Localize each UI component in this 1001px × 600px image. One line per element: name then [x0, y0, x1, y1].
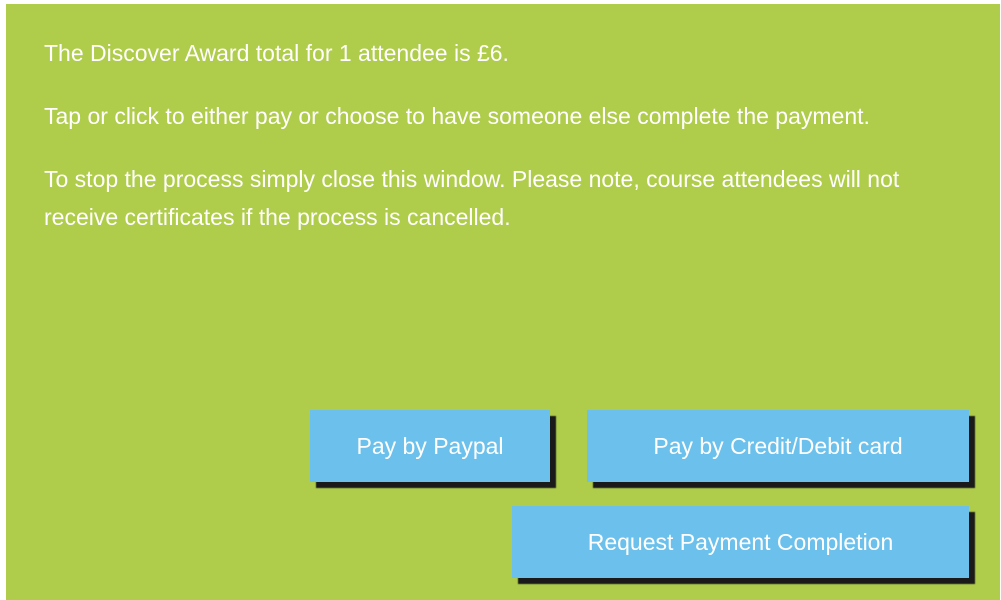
payment-instruction-text: Tap or click to either pay or choose to … [44, 103, 870, 129]
payment-dialog: The Discover Award total for 1 attendee … [6, 4, 1000, 600]
award-total-text: The Discover Award total for 1 attendee … [44, 40, 509, 66]
pay-by-paypal-button[interactable]: Pay by Paypal [310, 410, 550, 482]
pay-by-card-button[interactable]: Pay by Credit/Debit card [587, 410, 969, 482]
request-payment-completion-button[interactable]: Request Payment Completion [512, 506, 969, 578]
cancel-note-text: To stop the process simply close this wi… [44, 166, 900, 230]
